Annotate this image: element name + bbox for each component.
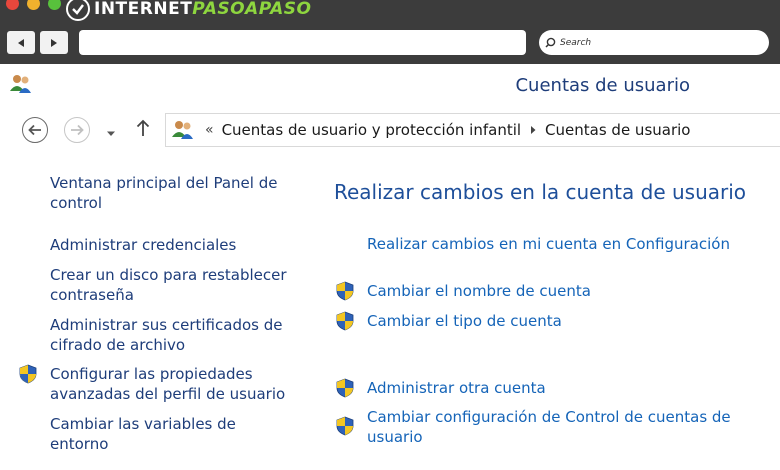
user-accounts-icon [10,75,31,93]
forward-arrow-icon [51,38,57,47]
address-row: « Cuentas de usuario y protección infant… [0,108,780,150]
uac-shield-icon [336,311,354,331]
up-level-button[interactable] [136,119,150,141]
back-button[interactable] [22,117,48,143]
search-placeholder: Search [560,37,592,48]
search-icon [545,37,556,48]
logo-text: INTERNETPASOAPASO [94,0,312,19]
browser-forward-button[interactable] [40,31,68,54]
link-change-in-settings[interactable]: Realizar cambios en mi cuenta en Configu… [367,234,730,254]
sidebar-link-encryption-certificates[interactable]: Administrar sus certificados de cifrado … [50,315,300,355]
uac-shield-icon [336,281,354,301]
chevron-right-icon[interactable] [529,125,537,135]
back-arrow-icon [18,38,24,47]
close-window-dot[interactable] [6,0,19,10]
forward-button[interactable] [64,117,90,143]
uac-shield-icon [19,364,37,384]
recent-locations-dropdown[interactable] [106,123,116,142]
forward-arrow-icon [71,124,84,136]
back-arrow-icon [28,124,41,136]
uac-shield-icon [336,416,354,436]
up-arrow-icon [136,119,150,136]
site-logo: INTERNETPASOAPASO [66,0,311,22]
window-title-bar: Cuentas de usuario [0,64,780,108]
breadcrumb-overflow[interactable]: « [205,122,214,138]
browser-toolbar: INTERNETPASOAPASO Search [0,0,780,64]
logo-check-icon [66,0,90,21]
window-title: Cuentas de usuario [515,75,690,96]
minimize-window-dot[interactable] [27,0,40,10]
uac-shield-icon [336,378,354,398]
link-uac-settings[interactable]: Cambiar configuración de Control de cuen… [367,407,767,447]
chevron-down-icon [107,131,115,136]
sidebar-link-control-panel-home[interactable]: Ventana principal del Panel de control [50,173,300,213]
user-accounts-icon [172,121,193,139]
browser-back-button[interactable] [7,31,35,54]
link-change-account-name[interactable]: Cambiar el nombre de cuenta [367,281,591,301]
maximize-window-dot[interactable] [48,0,61,10]
link-manage-another-account[interactable]: Administrar otra cuenta [367,378,546,398]
sidebar-link-manage-credentials[interactable]: Administrar credenciales [50,235,300,255]
breadcrumb-parent[interactable]: Cuentas de usuario y protección infantil [222,121,521,139]
sidebar-link-advanced-profile[interactable]: Configurar las propiedades avanzadas del… [50,364,300,404]
sidebar-link-environment-variables[interactable]: Cambiar las variables de entorno [50,414,270,454]
sidebar-link-password-reset-disk[interactable]: Crear un disco para restablecer contrase… [50,265,300,305]
search-input[interactable]: Search [539,30,769,55]
page-title: Realizar cambios en la cuenta de usuario [334,180,747,204]
address-bar[interactable]: « Cuentas de usuario y protección infant… [165,113,780,147]
url-input[interactable] [79,30,526,55]
breadcrumb-current[interactable]: Cuentas de usuario [545,121,690,139]
link-change-account-type[interactable]: Cambiar el tipo de cuenta [367,311,562,331]
